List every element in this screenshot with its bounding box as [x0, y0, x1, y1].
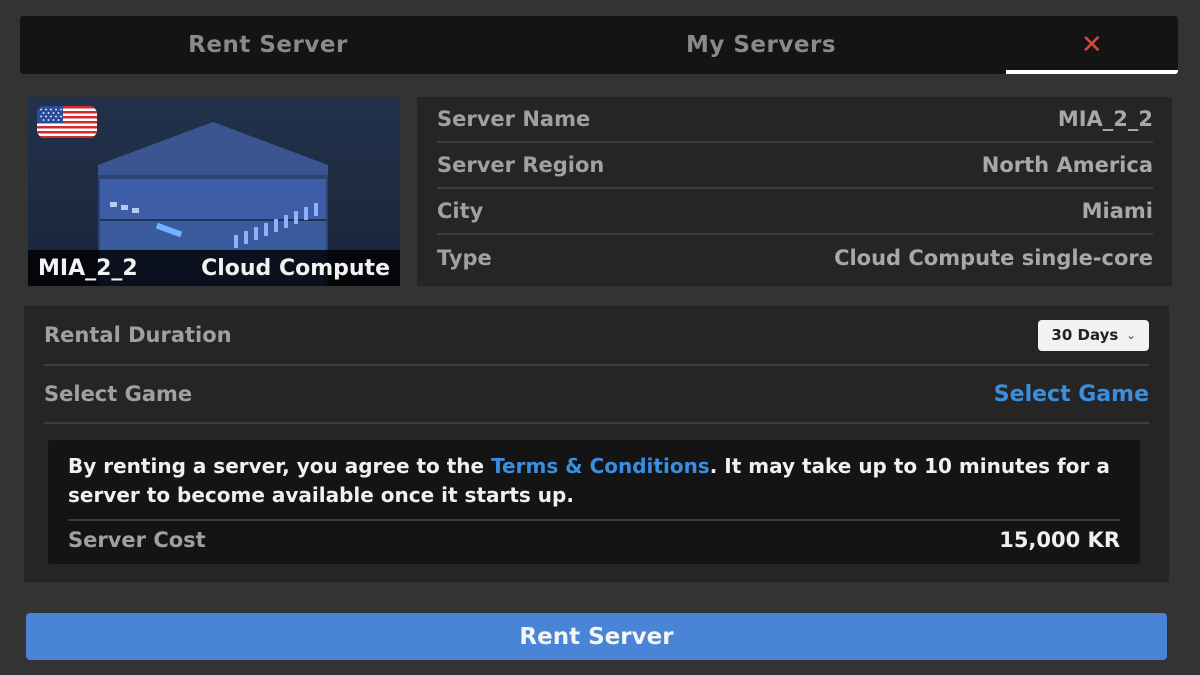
close-icon[interactable]: ✕	[1006, 16, 1178, 74]
info-value: Miami	[1081, 199, 1153, 223]
server-image-card: MIA_2_2 Cloud Compute	[28, 97, 400, 286]
notice-text-before: By renting a server, you agree to the	[68, 454, 492, 478]
info-label: Server Name	[437, 107, 591, 131]
us-flag-icon	[37, 106, 97, 138]
info-label: Type	[437, 246, 492, 270]
tab-rent-server[interactable]: Rent Server	[20, 16, 516, 74]
terms-notice: By renting a server, you agree to the Te…	[48, 440, 1140, 564]
info-label: City	[437, 199, 484, 223]
notice-text: By renting a server, you agree to the Te…	[68, 452, 1120, 510]
info-row-type: Type Cloud Compute single-core	[437, 235, 1153, 281]
info-row-server-region: Server Region North America	[437, 143, 1153, 189]
rent-server-button[interactable]: Rent Server	[26, 613, 1167, 660]
tab-bar: Rent Server My Servers ✕	[20, 16, 1178, 74]
rent-server-dialog: Rent Server My Servers ✕ MIA_2_2 Cloud C…	[0, 0, 1200, 675]
info-value: Cloud Compute single-core	[834, 246, 1153, 270]
server-cost-value: 15,000 KR	[999, 528, 1120, 552]
rental-panel: Rental Duration 30 Days ⌄ Select Game Se…	[24, 306, 1169, 582]
info-value: MIA_2_2	[1057, 107, 1153, 131]
select-game-label: Select Game	[44, 382, 193, 406]
rental-duration-select[interactable]: 30 Days ⌄	[1038, 319, 1149, 351]
server-caption-name: MIA_2_2	[38, 255, 138, 281]
server-cost-row: Server Cost 15,000 KR	[68, 519, 1120, 559]
rental-duration-value: 30 Days	[1051, 326, 1119, 344]
info-row-server-name: Server Name MIA_2_2	[437, 97, 1153, 143]
server-caption-type: Cloud Compute	[201, 255, 390, 281]
rental-duration-row: Rental Duration 30 Days ⌄	[44, 306, 1149, 366]
server-info-panel: Server Name MIA_2_2 Server Region North …	[417, 97, 1172, 286]
server-cost-label: Server Cost	[68, 528, 206, 552]
tab-my-servers[interactable]: My Servers	[516, 16, 1006, 74]
select-game-row: Select Game Select Game	[44, 366, 1149, 424]
info-row-city: City Miami	[437, 189, 1153, 235]
terms-conditions-link[interactable]: Terms & Conditions	[491, 454, 710, 478]
rental-duration-label: Rental Duration	[44, 323, 232, 347]
select-game-link[interactable]: Select Game	[994, 382, 1149, 407]
info-label: Server Region	[437, 153, 605, 177]
chevron-down-icon: ⌄	[1126, 328, 1136, 342]
info-value: North America	[981, 153, 1153, 177]
server-caption: MIA_2_2 Cloud Compute	[28, 250, 400, 286]
